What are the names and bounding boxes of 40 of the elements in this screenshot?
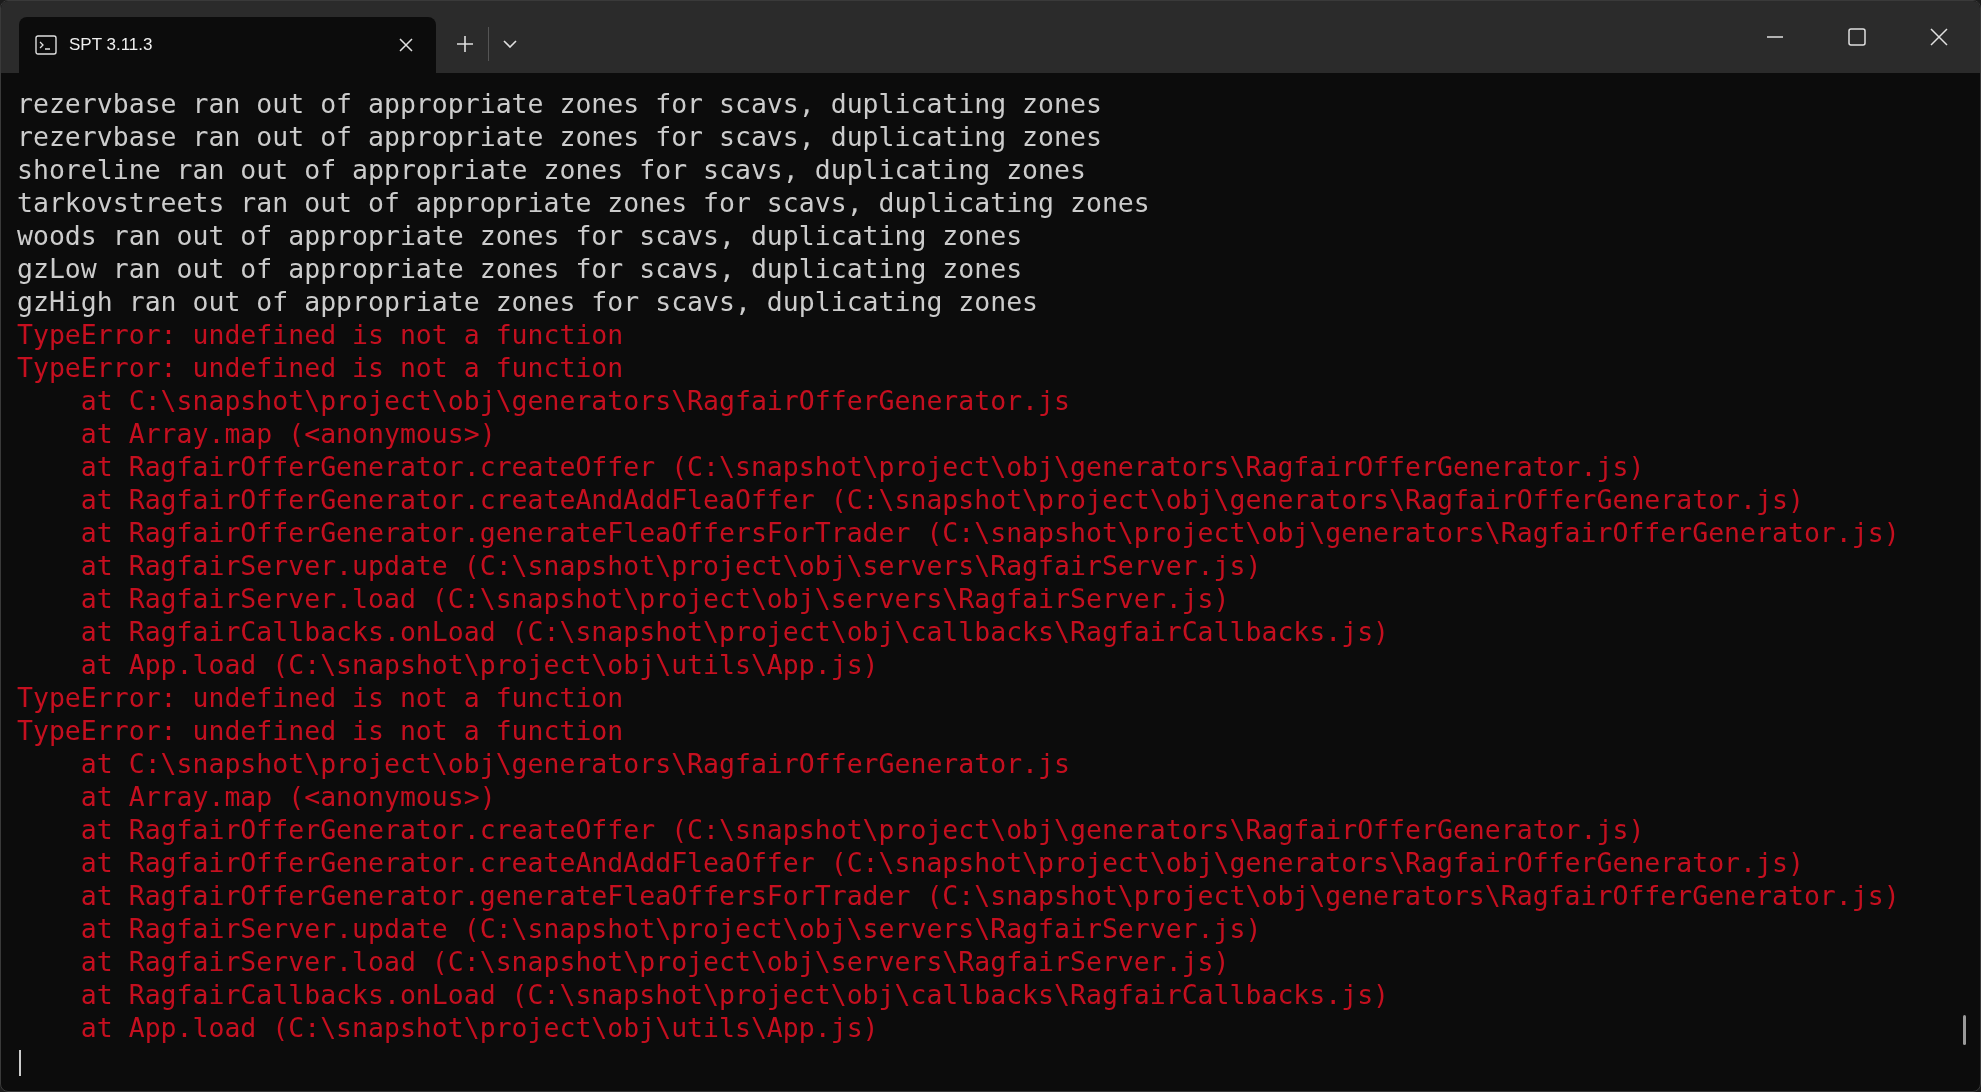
chevron-down-icon: [503, 40, 517, 48]
error-line: at Array.map (<anonymous>): [79, 780, 496, 813]
error-line: at RagfairOfferGenerator.generateFleaOffersForTrader (C:\snapshot\project\obj\generators\RagfairOfferGenerator.js): [79, 516, 1900, 549]
tab-title: SPT 3.11.3: [69, 34, 154, 57]
error-line: at C:\snapshot\project\obj\generators\RagfairOfferGenerator.js: [79, 747, 1070, 780]
log-line: gzHigh ran out of appropriate zones for scavs, duplicating zones: [17, 285, 1039, 318]
close-icon: [399, 38, 413, 52]
error-line: at RagfairOfferGenerator.createOffer (C:\snapshot\project\obj\generators\RagfairOfferGenerator.js): [79, 813, 1645, 846]
scrollbar-thumb[interactable]: [1963, 1015, 1966, 1045]
error-line: at App.load (C:\snapshot\project\obj\utils\App.js): [79, 1011, 879, 1044]
error-line: at RagfairCallbacks.onLoad (C:\snapshot\project\obj\callbacks\RagfairCallbacks.js): [79, 615, 1390, 648]
error-line: at Array.map (<anonymous>): [79, 417, 496, 450]
error-line: at RagfairServer.load (C:\snapshot\project\obj\servers\RagfairServer.js): [79, 582, 1230, 615]
error-line: TypeError: undefined is not a function: [17, 714, 624, 747]
error-line: at C:\snapshot\project\obj\generators\RagfairOfferGenerator.js: [79, 384, 1070, 417]
error-line: at RagfairOfferGenerator.createAndAddFleaOffer (C:\snapshot\project\obj\generators\RagfairOfferGenerator.js): [79, 483, 1804, 516]
error-line: at RagfairOfferGenerator.createOffer (C:\snapshot\project\obj\generators\RagfairOfferGenerator.js): [79, 450, 1645, 483]
log-line: tarkovstreets ran out of appropriate zones for scavs, duplicating zones: [17, 186, 1150, 219]
error-line: TypeError: undefined is not a function: [17, 681, 624, 714]
error-line: at RagfairServer.load (C:\snapshot\project\obj\servers\RagfairServer.js): [79, 945, 1230, 978]
minimize-icon: [1767, 36, 1783, 38]
tab[interactable]: SPT 3.11.3: [19, 17, 436, 73]
log-line: rezervbase ran out of appropriate zones for scavs, duplicating zones: [17, 87, 1102, 120]
error-line: at RagfairServer.update (C:\snapshot\project\obj\servers\RagfairServer.js): [79, 912, 1262, 945]
error-line: at RagfairOfferGenerator.generateFleaOffersForTrader (C:\snapshot\project\obj\generators\RagfairOfferGenerator.js): [79, 879, 1900, 912]
log-line: rezervbase ran out of appropriate zones for scavs, duplicating zones: [17, 120, 1102, 153]
error-line: TypeError: undefined is not a function: [17, 351, 624, 384]
error-line: at App.load (C:\snapshot\project\obj\utils\App.js): [79, 648, 879, 681]
terminal-icon: [35, 35, 57, 55]
error-line: at RagfairServer.update (C:\snapshot\project\obj\servers\RagfairServer.js): [79, 549, 1262, 582]
log-line: shoreline ran out of appropriate zones for scavs, duplicating zones: [17, 153, 1086, 186]
error-line: at RagfairCallbacks.onLoad (C:\snapshot\project\obj\callbacks\RagfairCallbacks.js): [79, 978, 1390, 1011]
log-line: woods ran out of appropriate zones for scavs, duplicating zones: [17, 219, 1023, 252]
error-line: TypeError: undefined is not a function: [17, 318, 624, 351]
close-icon: [1930, 28, 1948, 46]
text-cursor: [19, 1050, 21, 1076]
error-line: at RagfairOfferGenerator.createAndAddFleaOffer (C:\snapshot\project\obj\generators\RagfairOfferGenerator.js): [79, 846, 1804, 879]
maximize-icon: [1848, 28, 1866, 46]
plus-icon: [456, 35, 474, 53]
log-line: gzLow ran out of appropriate zones for scavs, duplicating zones: [17, 252, 1023, 285]
